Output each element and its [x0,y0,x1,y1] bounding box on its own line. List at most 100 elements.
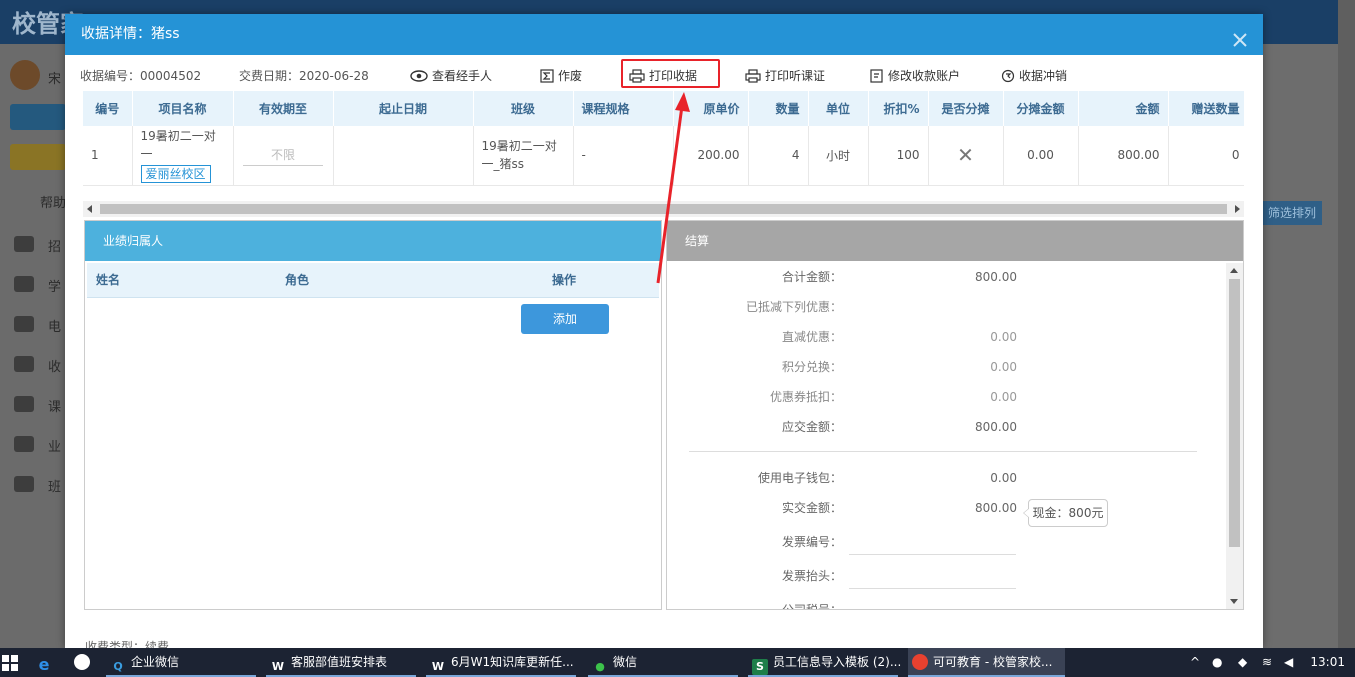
th-project: 项目名称 [132,91,234,126]
cell-project: 19暑初二一对一 爱丽丝校区 [132,126,234,186]
taskbar-employee-template[interactable]: S 员工信息导入模板 (2)... [748,648,901,677]
sum-total-value: 800.00 [975,270,1017,284]
reverse-icon [1001,69,1015,83]
th-shared-amount: 分摊金额 [1003,91,1079,126]
th-unit: 单位 [808,91,869,126]
edit-account-label: 修改收款账户 [888,69,961,83]
cell-date-range [333,126,474,186]
reverse-button[interactable]: 收据冲销 [1001,66,1067,86]
modal-header: 收据详情：猪ss [65,14,1263,55]
cell-class: 19暑初二一对一_猪ss [473,126,574,186]
wallet-value: 0.00 [990,471,1017,485]
cell-unit-price: 200.00 [673,126,749,186]
paid-label: 实交金额： [781,501,842,515]
browser-icon[interactable] [74,648,95,677]
background-help: 帮助 [40,196,67,211]
th-amount: 金额 [1078,91,1169,126]
payable-label: 应交金额： [781,420,842,434]
pay-date-label: 交费日期： [239,69,300,83]
taskbar-knowledge-base[interactable]: W 6月W1知识库更新任... [426,648,574,677]
th-valid: 有效期至 [233,91,334,126]
cell-shared-amount: 0.00 [1003,126,1079,186]
scroll-up-icon[interactable] [1230,268,1238,273]
void-button[interactable]: 作废 [540,66,582,86]
pay-date-field: 交费日期：2020-06-28 [239,66,369,86]
background-nav-label: 电 [48,320,62,335]
view-handler-label: 查看经手人 [432,69,493,83]
th-no: 编号 [83,91,133,126]
table-row: 1 19暑初二一对一 爱丽丝校区 不限 19暑初二一对一_猪ss - 200.0… [83,126,1244,186]
start-button[interactable] [0,648,30,677]
edit-doc-icon [870,69,883,83]
cell-amount: 800.00 [1078,126,1169,186]
deducted-label: 已抵减下列优惠： [745,300,842,314]
cell-spec: - [573,126,674,186]
coupon-label: 优惠券抵扣： [769,390,842,404]
invoice-title-input[interactable] [849,569,1016,589]
sigma-icon [540,69,554,83]
invoice-title-label: 发票抬头： [781,569,842,583]
col-name: 姓名 [96,273,121,287]
receipt-detail-modal: 收据详情：猪ss 收据编号：00004502 交费日期：2020-06-28 查… [65,14,1263,648]
scroll-left-icon[interactable] [87,205,92,213]
scroll-down-icon[interactable] [1230,599,1238,604]
printer-icon [745,69,761,83]
background-nav-label: 课 [48,400,62,415]
direct-discount-value: 0.00 [990,330,1017,344]
cell-no: 1 [83,126,133,186]
tray-shield-icon[interactable]: ◆ [1238,648,1247,677]
print-voucher-button[interactable]: 打印听课证 [745,66,825,86]
taskbar-chrome[interactable]: 可可教育 - 校管家校... [908,648,1065,677]
chrome-icon [912,654,928,670]
coupon-value: 0.00 [990,390,1017,404]
invoice-no-input[interactable] [849,535,1016,555]
background-nav-label: 收 [48,360,62,375]
divider [689,451,1197,452]
direct-discount-label: 直减优惠： [781,330,842,344]
scroll-thumb[interactable] [100,204,1227,214]
taskbar-label: 员工信息导入模板 (2)... [773,655,902,669]
scroll-right-icon[interactable] [1235,205,1240,213]
taskbar-wecom[interactable]: Q 企业微信 [106,648,179,677]
company-tax-label: 公司税号： [781,603,842,610]
modal-title: 收据详情：猪ss [81,26,180,42]
tray-qq-icon[interactable]: ● [1212,648,1222,677]
tray-chevron-icon[interactable]: ^ [1190,648,1200,677]
coupon-row: 优惠券抵扣： 0.00 [667,387,1022,407]
pay-date-value: 2020-06-28 [299,69,369,83]
cell-discount: 100 [868,126,929,186]
table-horizontal-scrollbar[interactable] [83,201,1244,217]
settlement-panel-title: 结算 [667,221,1243,261]
paid-value: 800.00 [975,501,1017,515]
items-table: 编号 项目名称 有效期至 起止日期 班级 课程规格 原单价 数量 单位 折扣% … [83,91,1244,186]
taskbar-wechat[interactable]: ● 微信 [588,648,637,677]
valid-until-value: 不限 [243,145,323,166]
items-table-container: 编号 项目名称 有效期至 起止日期 班级 课程规格 原单价 数量 单位 折扣% … [83,91,1244,201]
background-sidebar: 宋 帮助 招 学 电 收 课 业 班 [0,44,66,648]
th-date-range: 起止日期 [333,91,474,126]
points-row: 积分兑换： 0.00 [667,357,1022,377]
receipt-no-label: 收据编号： [80,69,141,83]
edit-account-button[interactable]: 修改收款账户 [870,66,960,86]
tray-wifi-icon[interactable]: ≋ [1262,648,1272,677]
background-nav-icon [14,476,34,492]
add-performer-button[interactable]: 添加 [521,304,609,334]
background-nav-icon [14,316,34,332]
tray-volume-icon[interactable]: ◀ [1284,648,1293,677]
th-shared: 是否分摊 [928,91,1004,126]
taskbar-duty-schedule[interactable]: W 客服部值班安排表 [266,648,387,677]
edge-icon[interactable]: e [36,648,57,677]
campus-tag[interactable]: 爱丽丝校区 [140,165,211,184]
th-qty: 数量 [748,91,809,126]
cell-valid: 不限 [233,126,334,186]
annotation-highlight-box [621,59,720,88]
background-filter-button: 筛选排列 [1262,201,1322,225]
performance-table-header: 姓名 角色 操作 [87,263,659,298]
background-scrollbar [1338,0,1355,648]
company-tax-row: 公司税号： [667,600,1022,610]
scroll-thumb[interactable] [1229,279,1240,547]
cell-shared: ✕ [928,126,1004,186]
view-handler-button[interactable]: 查看经手人 [410,66,492,86]
close-icon[interactable] [1231,25,1249,47]
settlement-vertical-scrollbar[interactable] [1226,263,1243,609]
